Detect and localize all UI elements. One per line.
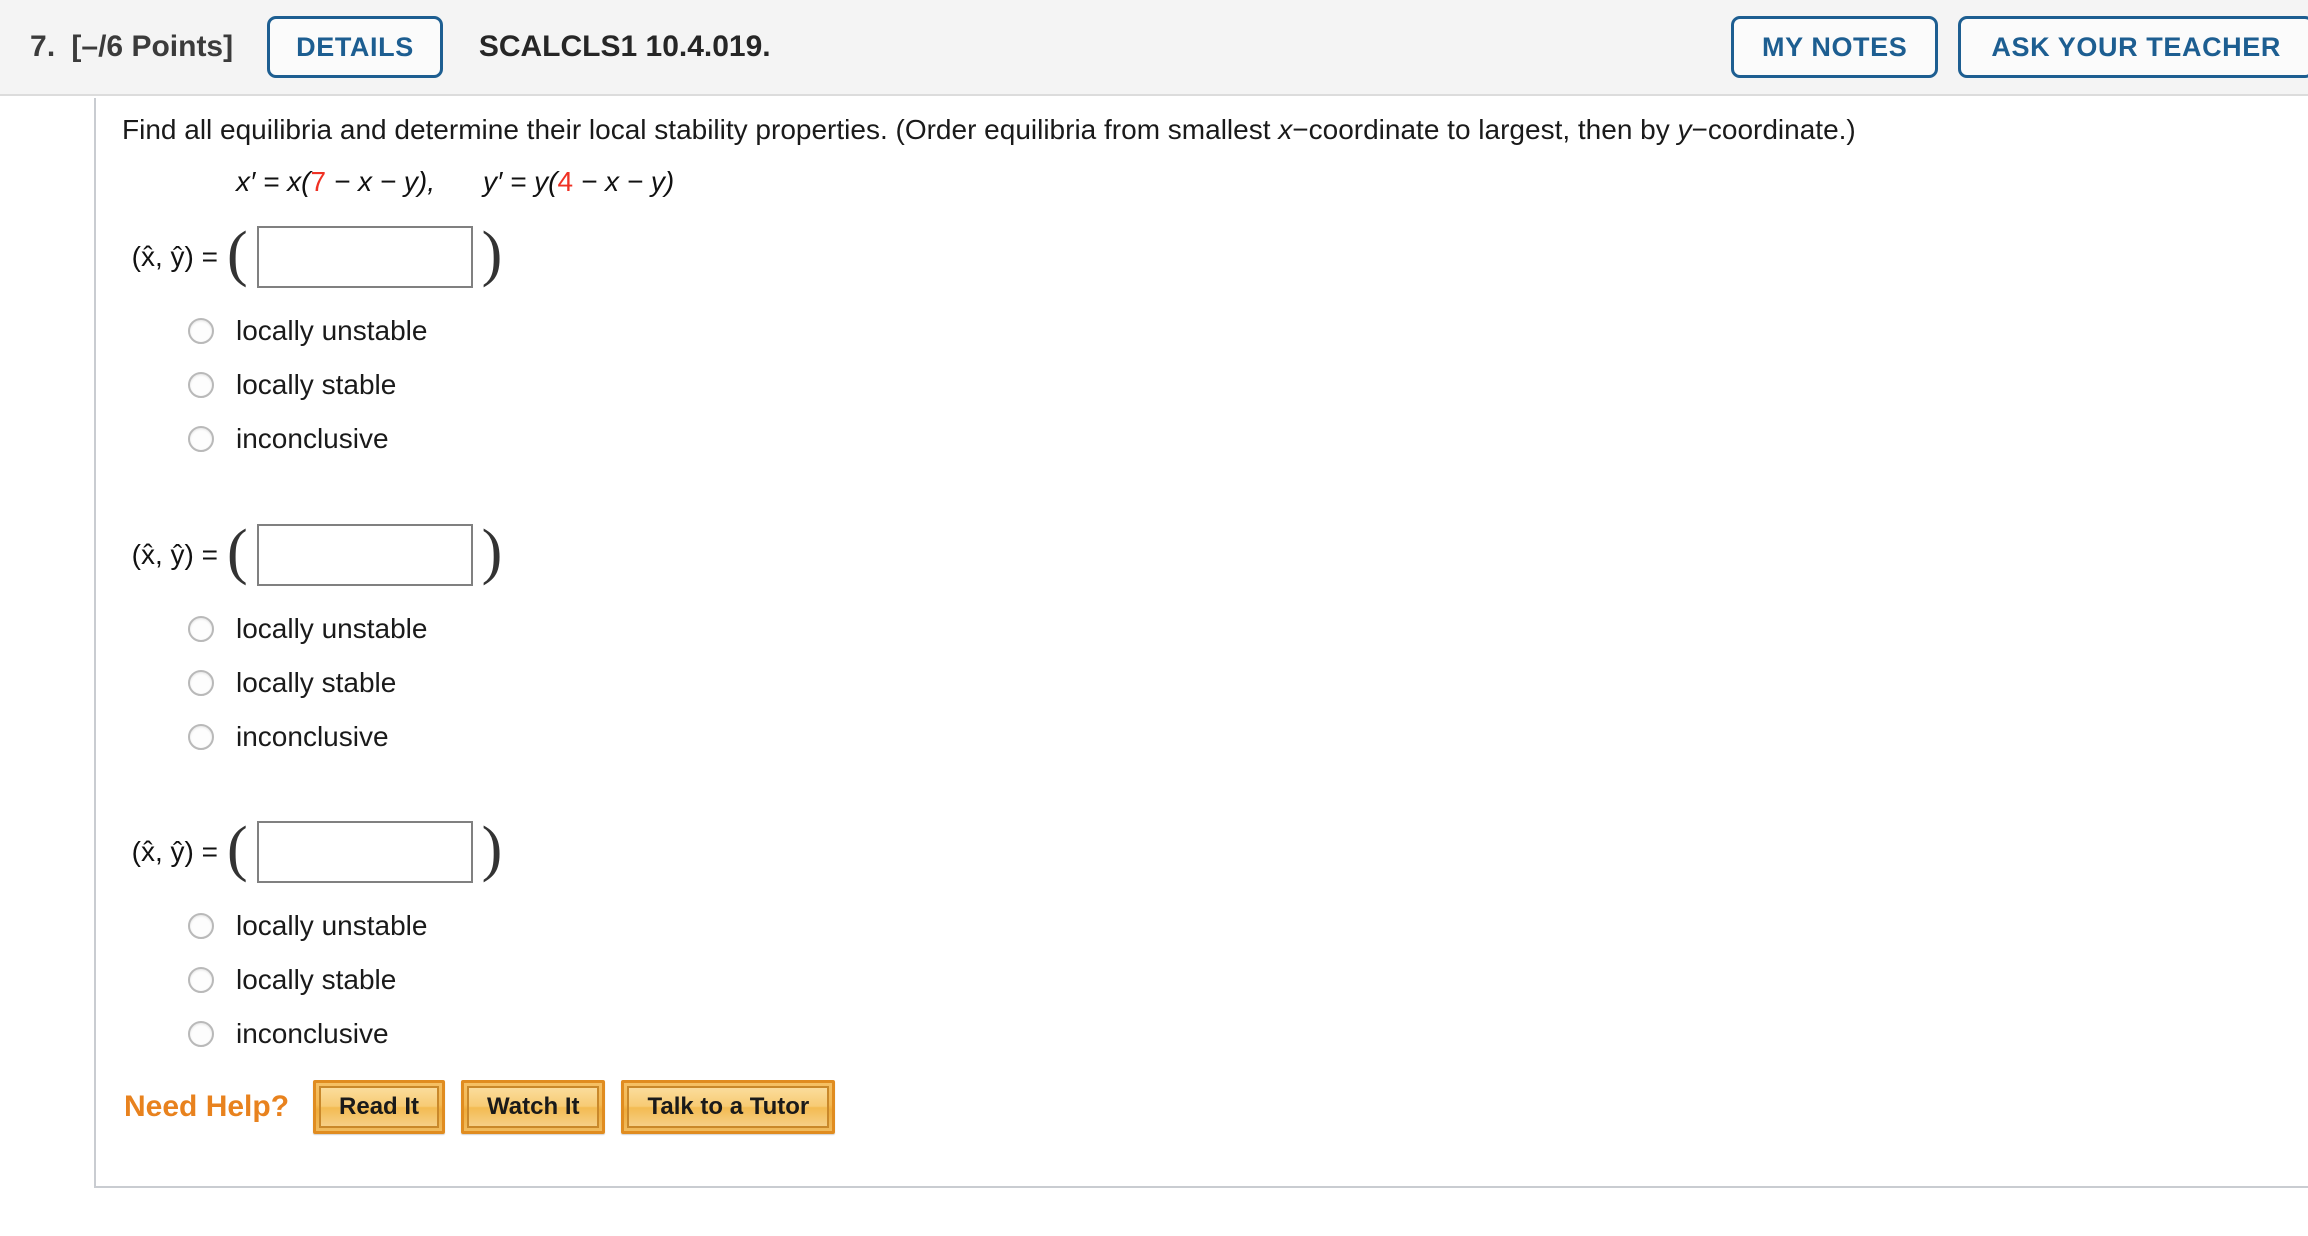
radio-icon[interactable] (188, 913, 214, 939)
question-header-bar: 7. [–/6 Points] DETAILS SCALCLS1 10.4.01… (0, 0, 2308, 96)
prompt-variable-y: y (1677, 114, 1692, 145)
radio-icon[interactable] (188, 318, 214, 344)
need-help-section: Need Help? Read It Watch It Talk to a Tu… (124, 1080, 851, 1134)
option-label: locally unstable (236, 910, 428, 941)
option-locally-unstable-2[interactable]: locally unstable (118, 602, 511, 656)
coordinate-row-2: (x̂, ŷ) = ( ) (96, 518, 511, 588)
prompt-variable-x: x (1278, 114, 1293, 145)
option-label: locally unstable (236, 315, 428, 346)
radio-icon[interactable] (188, 426, 214, 452)
radio-icon[interactable] (188, 372, 214, 398)
prompt-text-part3: −coordinate.) (1691, 114, 1856, 145)
open-paren-1: ( (227, 220, 248, 288)
need-help-label: Need Help? (124, 1090, 290, 1123)
my-notes-button[interactable]: MY NOTES (1731, 16, 1939, 78)
coordinate-label-1: (x̂, ŷ) = (131, 241, 218, 272)
assignment-question-page: 7. [–/6 Points] DETAILS SCALCLS1 10.4.01… (0, 0, 2308, 1236)
my-notes-label: MY NOTES (1762, 31, 1908, 62)
option-label: locally unstable (236, 613, 428, 644)
equation-x-rhs: − x − y), (326, 166, 435, 197)
prompt-text-part2: −coordinate to largest, then by (1292, 114, 1678, 145)
close-paren-1: ) (481, 220, 503, 288)
equilibrium-input-3[interactable] (256, 821, 473, 883)
talk-to-a-tutor-label: Talk to a Tutor (627, 1086, 830, 1128)
question-points: [–/6 Points] (71, 30, 234, 63)
prompt-text-part1: Find all equilibria and determine their … (122, 114, 1279, 145)
option-locally-unstable-1[interactable]: locally unstable (118, 304, 511, 358)
question-prompt: Find all equilibria and determine their … (122, 114, 1856, 146)
option-inconclusive-1[interactable]: inconclusive (118, 412, 511, 466)
option-locally-stable-3[interactable]: locally stable (118, 953, 511, 1007)
answer-group-1: (x̂, ŷ) = ( ) locally unstable locally … (96, 220, 511, 466)
option-label: inconclusive (236, 721, 389, 752)
radio-icon[interactable] (188, 1021, 214, 1047)
option-inconclusive-2[interactable]: inconclusive (118, 710, 511, 764)
read-it-button[interactable]: Read It (313, 1080, 446, 1134)
equation-y-coefficient: 4 (557, 166, 574, 197)
option-locally-stable-2[interactable]: locally stable (118, 656, 511, 710)
equation-x-coefficient: 7 (310, 166, 327, 197)
watch-it-button[interactable]: Watch It (461, 1080, 606, 1134)
assignment-code: SCALCLS1 10.4.019. (478, 30, 771, 63)
stability-options-1: locally unstable locally stable inconclu… (118, 304, 511, 466)
radio-icon[interactable] (188, 616, 214, 642)
option-label: inconclusive (236, 1018, 389, 1049)
differential-equations: x′ = x(7 − x − y), y′ = y(4 − x − y) (236, 166, 674, 198)
equation-x-lhs: x′ = x( (236, 166, 311, 197)
answer-group-3: (x̂, ŷ) = ( ) locally unstable locally … (96, 815, 511, 1061)
coordinate-label-2: (x̂, ŷ) = (131, 539, 218, 570)
option-inconclusive-3[interactable]: inconclusive (118, 1007, 511, 1061)
question-number: 7. (30, 30, 56, 63)
coordinate-row-1: (x̂, ŷ) = ( ) (96, 220, 511, 290)
ask-your-teacher-button[interactable]: ASK YOUR TEACHER (1958, 16, 2308, 78)
ask-your-teacher-label: ASK YOUR TEACHER (1991, 31, 2281, 62)
answer-group-2: (x̂, ŷ) = ( ) locally unstable locally … (96, 518, 511, 764)
equation-y-lhs: y′ = y( (483, 166, 558, 197)
coordinate-label-3: (x̂, ŷ) = (131, 836, 218, 867)
option-locally-stable-1[interactable]: locally stable (118, 358, 511, 412)
stability-options-3: locally unstable locally stable inconclu… (118, 899, 511, 1061)
option-label: locally stable (236, 964, 397, 995)
option-label: locally stable (236, 667, 397, 698)
question-content-panel: Find all equilibria and determine their … (94, 98, 2308, 1188)
equation-y-rhs: − x − y) (573, 166, 675, 197)
details-button-label: DETAILS (296, 31, 414, 62)
radio-icon[interactable] (188, 724, 214, 750)
watch-it-label: Watch It (467, 1086, 600, 1128)
details-button[interactable]: DETAILS (267, 16, 443, 78)
stability-options-2: locally unstable locally stable inconclu… (118, 602, 511, 764)
close-paren-2: ) (481, 518, 503, 586)
option-locally-unstable-3[interactable]: locally unstable (118, 899, 511, 953)
radio-icon[interactable] (188, 967, 214, 993)
close-paren-3: ) (481, 815, 503, 883)
read-it-label: Read It (319, 1086, 440, 1128)
equilibrium-input-2[interactable] (256, 524, 473, 586)
option-label: locally stable (236, 369, 397, 400)
coordinate-row-3: (x̂, ŷ) = ( ) (96, 815, 511, 885)
radio-icon[interactable] (188, 670, 214, 696)
talk-to-a-tutor-button[interactable]: Talk to a Tutor (621, 1080, 836, 1134)
equilibrium-input-1[interactable] (256, 226, 473, 288)
open-paren-3: ( (227, 815, 248, 883)
header-actions: MY NOTES ASK YOUR TEACHER (1731, 16, 2308, 78)
open-paren-2: ( (227, 518, 248, 586)
option-label: inconclusive (236, 423, 389, 454)
